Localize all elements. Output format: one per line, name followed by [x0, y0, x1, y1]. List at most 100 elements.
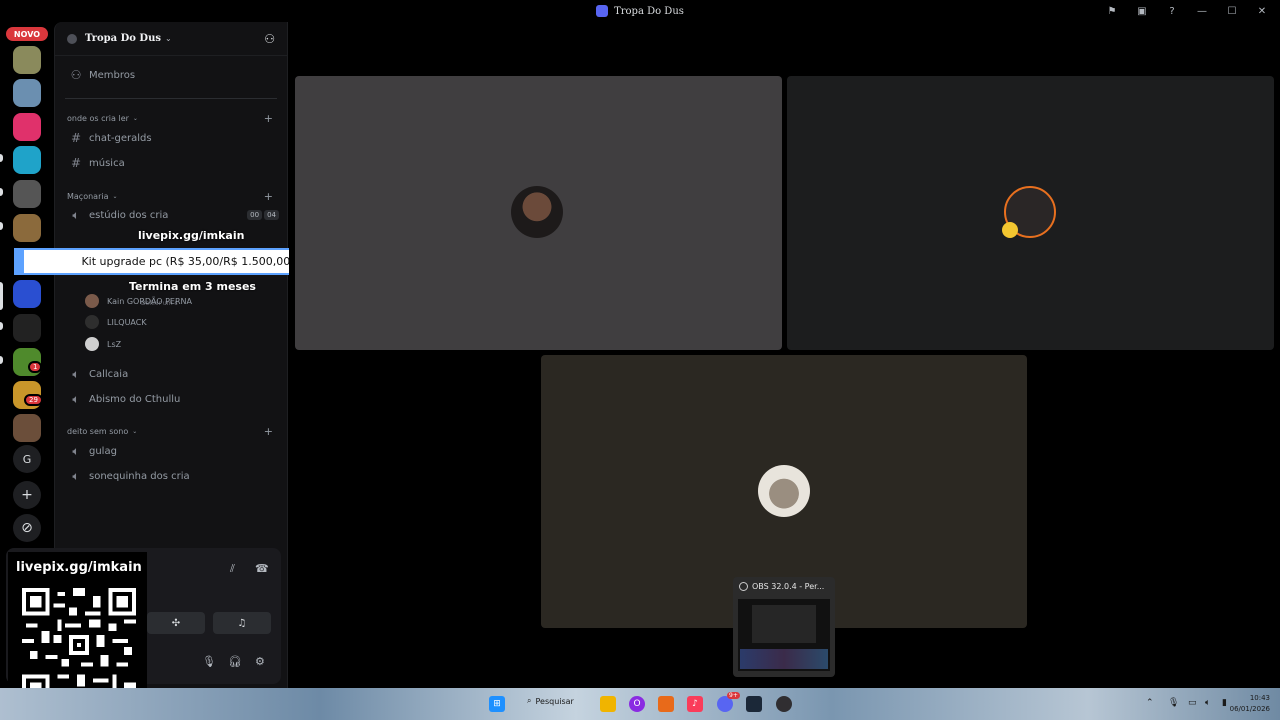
channel-label: Abismo do Cthullu	[89, 393, 181, 405]
obs-title-text: OBS 32.0.4 - Per...	[752, 582, 825, 591]
voice-user-name: Kain GORDÃO PERNA	[107, 296, 192, 306]
add-server-icon[interactable]: +	[13, 481, 41, 509]
server-icon[interactable]	[13, 113, 41, 141]
avatar	[511, 186, 563, 238]
channel-label: chat-geralds	[89, 132, 152, 144]
microphone-icon[interactable]: 🎙︎	[202, 655, 216, 668]
voice-user[interactable]: Kain GORDÃO PERNA	[85, 292, 192, 310]
fl-studio-icon[interactable]	[658, 696, 674, 712]
participant-tile-speaking[interactable]	[787, 76, 1274, 350]
taskbar-clock[interactable]: 10:43 06/01/2026	[1230, 693, 1270, 715]
chevron-down-icon: ⌄	[112, 192, 118, 200]
voice-channel-callcaia[interactable]: 🔈︎ Callcaia	[63, 363, 279, 385]
members-label: Membros	[89, 69, 136, 81]
speaker-icon: 🔈︎	[72, 468, 80, 483]
voice-user-name: LsZ	[107, 339, 122, 349]
avatar	[85, 337, 99, 351]
livepix-qr-overlay: livepix.gg/imkain	[8, 552, 147, 708]
server-icon	[596, 5, 609, 17]
title-bar: Tropa Do Dus ⚑ ▣ ? — ☐ ✕	[0, 0, 1280, 22]
close-icon[interactable]: ✕	[1254, 3, 1270, 19]
activities-button[interactable]: ✣	[147, 612, 205, 634]
network-icon[interactable]: ▭	[1188, 698, 1197, 708]
mention-badge: 1	[28, 361, 43, 373]
soundboard-button[interactable]: ♫	[213, 612, 271, 634]
obs-docks	[740, 649, 828, 669]
music-icon[interactable]: ♪	[687, 696, 703, 712]
members-icon: ⚇	[70, 68, 82, 82]
invite-icon[interactable]: ⚇	[264, 32, 275, 46]
category-label: onde os cria ler	[67, 113, 129, 123]
unread-pill	[0, 322, 3, 330]
screen-share-icon[interactable]: ▣	[1134, 3, 1150, 19]
channel-label: Callcaia	[89, 368, 129, 380]
voice-user-count: 00 04	[247, 210, 279, 220]
disconnect-icon[interactable]: ☎	[255, 562, 269, 575]
chevron-down-icon: ⌄	[132, 427, 138, 435]
server-icon[interactable]	[13, 146, 41, 174]
headphones-icon[interactable]: 🎧︎	[228, 655, 242, 668]
voice-channel-gulag[interactable]: 🔈︎ gulag	[63, 440, 279, 462]
server-icon[interactable]	[13, 180, 41, 208]
avatar	[85, 294, 99, 308]
members-link[interactable]: ⚇ Membros	[63, 64, 279, 86]
discord-badge: 9+	[727, 692, 740, 699]
inbox-icon[interactable]: ⚑	[1104, 3, 1120, 19]
help-icon[interactable]: ?	[1164, 3, 1180, 19]
voice-channel-abismo[interactable]: 🔈︎ Abismo do Cthullu	[63, 388, 279, 410]
volume-icon[interactable]: 🔈︎	[1205, 698, 1210, 708]
server-icon[interactable]	[13, 414, 41, 442]
category-header[interactable]: onde os cria ler ⌄ +	[67, 110, 273, 126]
channel-label: música	[89, 157, 125, 169]
channel-label: gulag	[89, 445, 117, 457]
server-header[interactable]: Tropa Do Dus ⌄ ⚇	[55, 22, 287, 56]
steam-icon[interactable]	[746, 696, 762, 712]
voice-user[interactable]: LILQUACK	[85, 313, 147, 331]
category-header[interactable]: Maçonaria ⌄ +	[67, 188, 273, 204]
chevron-down-icon: ⌄	[132, 114, 138, 122]
maximize-icon[interactable]: ☐	[1224, 3, 1240, 19]
add-channel-icon[interactable]: +	[264, 425, 273, 438]
window-title-text: Tropa Do Dus	[614, 5, 684, 17]
sidebar-divider	[65, 98, 277, 99]
windows-taskbar: ⊞ ⌕ Pesquisar O ♪ 9+ ⌃ 🎙︎ ▭ 🔈︎ ▮ 10:43 0…	[0, 688, 1280, 720]
noise-suppression-icon[interactable]: ⫽	[230, 562, 235, 576]
chevron-up-icon[interactable]: ⌃	[1146, 698, 1154, 708]
count-limit: 04	[264, 210, 279, 220]
server-icon[interactable]	[13, 314, 41, 342]
server-letter-icon[interactable]: G	[13, 445, 41, 473]
microphone-icon[interactable]: 🎙︎	[1168, 698, 1179, 708]
add-channel-icon[interactable]: +	[264, 190, 273, 203]
channel-musica[interactable]: # música	[63, 152, 279, 174]
obs-icon[interactable]	[776, 696, 792, 712]
server-icon-active[interactable]	[13, 280, 41, 308]
activities-icon: ✣	[171, 617, 181, 629]
file-explorer-icon[interactable]	[600, 696, 616, 712]
battery-icon[interactable]: ▮	[1222, 698, 1227, 708]
voice-user[interactable]: LsZ	[85, 335, 121, 353]
start-icon[interactable]: ⊞	[489, 696, 505, 712]
gear-icon[interactable]: ⚙	[255, 655, 265, 668]
server-name: Tropa Do Dus	[85, 33, 162, 44]
server-boost-icon	[67, 33, 77, 44]
obs-thumbnail	[738, 599, 830, 671]
channel-label: sonequinha dos cria	[89, 470, 190, 482]
category-header[interactable]: deito sem sono ⌄ +	[67, 423, 273, 439]
livepix-goal-text: Kit upgrade pc (R$ 35,00/R$ 1.500,00)	[81, 255, 295, 268]
speaker-icon: 🔈︎	[72, 391, 80, 406]
obs-icon	[739, 582, 748, 591]
taskbar-search[interactable]: ⌕ Pesquisar	[527, 696, 574, 706]
obs-taskbar-preview[interactable]: OBS 32.0.4 - Per...	[733, 577, 835, 677]
discover-icon[interactable]: ⊘	[13, 514, 41, 542]
participant-tile[interactable]	[295, 76, 782, 350]
clock-time: 10:43	[1249, 694, 1270, 702]
server-icon[interactable]	[13, 214, 41, 242]
server-icon[interactable]	[13, 79, 41, 107]
add-channel-icon[interactable]: +	[264, 112, 273, 125]
channel-chat-geralds[interactable]: # chat-geralds	[63, 127, 279, 149]
voice-channel-sonequinha[interactable]: 🔈︎ sonequinha dos cria	[63, 465, 279, 487]
server-icon[interactable]	[13, 46, 41, 74]
opera-icon[interactable]: O	[629, 696, 645, 712]
voice-channel-estudio[interactable]: 🔈︎ estúdio dos cria 00 04	[63, 204, 279, 226]
minimize-icon[interactable]: —	[1194, 3, 1210, 19]
